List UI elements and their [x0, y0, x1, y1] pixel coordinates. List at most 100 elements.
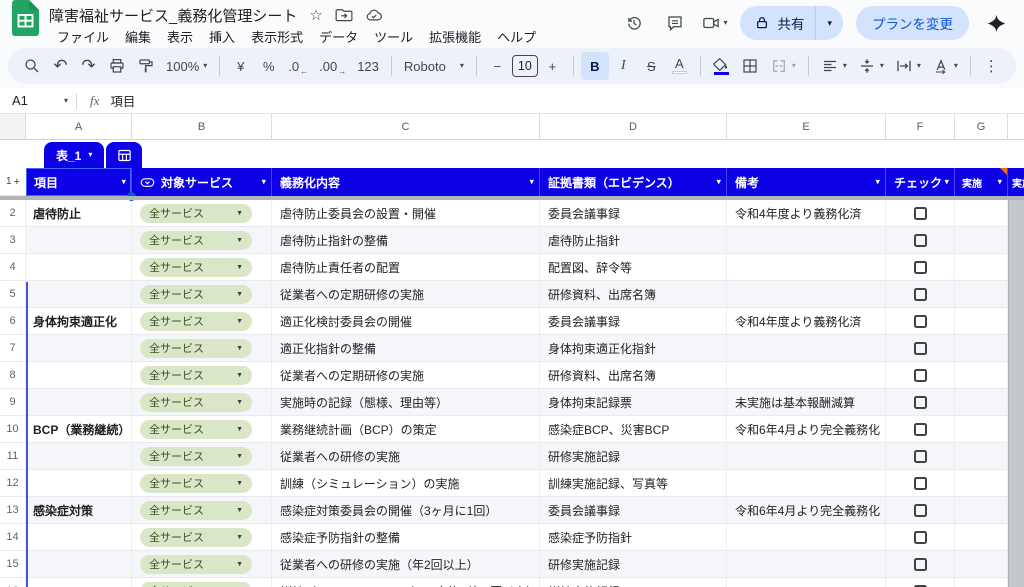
evidence-cell[interactable]: 委員会議事録: [540, 497, 727, 524]
more-options-button[interactable]: ⋮: [978, 52, 1005, 80]
row-number[interactable]: 15: [0, 551, 26, 578]
document-title[interactable]: 障害福祉サービス_義務化管理シート: [49, 5, 297, 26]
service-cell[interactable]: 全サービス▼: [132, 416, 272, 443]
column-menu-icon[interactable]: ▾: [261, 177, 266, 188]
check-cell[interactable]: [886, 497, 955, 524]
category-cell[interactable]: 虐待防止: [26, 200, 132, 227]
evidence-cell[interactable]: 感染症BCP、災害BCP: [540, 416, 727, 443]
note-cell[interactable]: 令和4年度より義務化済: [727, 200, 886, 227]
checkbox[interactable]: [914, 450, 927, 463]
service-dropdown-chip[interactable]: 全サービス▼: [140, 420, 252, 439]
category-cell[interactable]: [26, 524, 132, 551]
evidence-cell[interactable]: 研修実施記録: [540, 443, 727, 470]
row-number[interactable]: 7: [0, 335, 26, 362]
evidence-cell[interactable]: 配置図、辞令等: [540, 254, 727, 281]
note-cell[interactable]: [727, 227, 886, 254]
service-dropdown-chip[interactable]: 全サービス▼: [140, 231, 252, 250]
menu-item-7[interactable]: 拡張機能: [421, 26, 489, 47]
status-cell[interactable]: [955, 443, 1008, 470]
checkbox[interactable]: [914, 423, 927, 436]
currency-format-button[interactable]: ¥: [227, 52, 254, 80]
service-dropdown-chip[interactable]: 全サービス▼: [140, 447, 252, 466]
paint-format-button[interactable]: [132, 52, 160, 80]
status-cell[interactable]: [955, 551, 1008, 578]
column-header-F[interactable]: F: [886, 114, 955, 140]
row-number[interactable]: 8: [0, 362, 26, 389]
status-cell[interactable]: [955, 281, 1008, 308]
check-cell[interactable]: [886, 389, 955, 416]
menu-item-8[interactable]: ヘルプ: [489, 26, 544, 47]
note-cell[interactable]: [727, 254, 886, 281]
obligation-cell[interactable]: 虐待防止委員会の設置・開催: [272, 200, 540, 227]
obligation-cell[interactable]: 虐待防止責任者の配置: [272, 254, 540, 281]
check-cell[interactable]: [886, 551, 955, 578]
text-rotate-button[interactable]: ▾: [927, 52, 963, 80]
service-cell[interactable]: 全サービス▼: [132, 470, 272, 497]
check-cell[interactable]: [886, 524, 955, 551]
status-cell[interactable]: [955, 470, 1008, 497]
vertical-align-button[interactable]: ▾: [853, 52, 889, 80]
version-history-icon[interactable]: [620, 9, 648, 37]
column-header-A[interactable]: A: [26, 114, 132, 140]
sheets-logo-icon[interactable]: [12, 0, 39, 36]
text-wrap-button[interactable]: ▾: [890, 52, 926, 80]
column-header-C[interactable]: C: [272, 114, 540, 140]
category-cell[interactable]: [26, 443, 132, 470]
check-cell[interactable]: [886, 470, 955, 497]
checkbox[interactable]: [914, 234, 927, 247]
column-header-D[interactable]: D: [540, 114, 727, 140]
service-dropdown-chip[interactable]: 全サービス▼: [140, 393, 252, 412]
service-cell[interactable]: 全サービス▼: [132, 578, 272, 587]
font-select[interactable]: Roboto▾: [399, 52, 469, 80]
header-cell-item[interactable]: 項目 ▾: [26, 168, 132, 196]
column-menu-icon[interactable]: ▾: [875, 177, 880, 188]
checkbox[interactable]: [914, 396, 927, 409]
column-menu-icon[interactable]: ▾: [997, 177, 1002, 188]
obligation-cell[interactable]: 虐待防止指針の整備: [272, 227, 540, 254]
menu-item-1[interactable]: 編集: [117, 26, 159, 47]
evidence-cell[interactable]: 研修実施記録: [540, 551, 727, 578]
service-cell[interactable]: 全サービス▼: [132, 200, 272, 227]
header-cell-overflow[interactable]: 実施: [1008, 168, 1024, 196]
obligation-cell[interactable]: 感染症予防指針の整備: [272, 524, 540, 551]
service-dropdown-chip[interactable]: 全サービス▼: [140, 339, 252, 358]
column-menu-icon[interactable]: ▾: [529, 177, 534, 188]
column-menu-icon[interactable]: ▾: [716, 177, 721, 188]
status-cell[interactable]: [955, 578, 1008, 587]
star-icon[interactable]: ☆: [309, 6, 322, 24]
font-size-input[interactable]: 10: [512, 55, 538, 77]
service-dropdown-chip[interactable]: 全サービス▼: [140, 501, 252, 520]
row-number[interactable]: 11: [0, 443, 26, 470]
header-cell-check[interactable]: チェック ▾: [886, 168, 955, 196]
evidence-cell[interactable]: 研修資料、出席名簿: [540, 281, 727, 308]
column-header-G[interactable]: G: [955, 114, 1008, 140]
service-cell[interactable]: 全サービス▼: [132, 497, 272, 524]
note-cell[interactable]: 未実施は基本報酬減算: [727, 389, 886, 416]
checkbox[interactable]: [914, 477, 927, 490]
evidence-cell[interactable]: 身体拘束記録票: [540, 389, 727, 416]
status-cell[interactable]: [955, 497, 1008, 524]
checkbox[interactable]: [914, 342, 927, 355]
service-dropdown-chip[interactable]: 全サービス▼: [140, 474, 252, 493]
check-cell[interactable]: [886, 308, 955, 335]
checkbox[interactable]: [914, 369, 927, 382]
row-number[interactable]: 14: [0, 524, 26, 551]
service-cell[interactable]: 全サービス▼: [132, 362, 272, 389]
increase-font-size-button[interactable]: +: [539, 52, 566, 80]
evidence-cell[interactable]: 委員会議事録: [540, 308, 727, 335]
evidence-cell[interactable]: 身体拘束適正化指針: [540, 335, 727, 362]
service-dropdown-chip[interactable]: 全サービス▼: [140, 366, 252, 385]
note-cell[interactable]: 令和6年4月より完全義務化: [727, 497, 886, 524]
bold-button[interactable]: B: [581, 52, 609, 80]
number-format-button[interactable]: 123: [352, 52, 384, 80]
service-cell[interactable]: 全サービス▼: [132, 281, 272, 308]
table-tab[interactable]: 表_1 ▾: [44, 142, 104, 168]
name-box[interactable]: A1 ▾: [0, 93, 76, 108]
status-cell[interactable]: [955, 416, 1008, 443]
header-cell-service[interactable]: 対象サービス ▾: [132, 168, 272, 196]
comment-icon[interactable]: [661, 9, 689, 37]
row-number[interactable]: 3: [0, 227, 26, 254]
undo-button[interactable]: ↶: [47, 52, 74, 80]
note-cell[interactable]: [727, 470, 886, 497]
header-cell-obligation[interactable]: 義務化内容 ▾: [272, 168, 540, 196]
